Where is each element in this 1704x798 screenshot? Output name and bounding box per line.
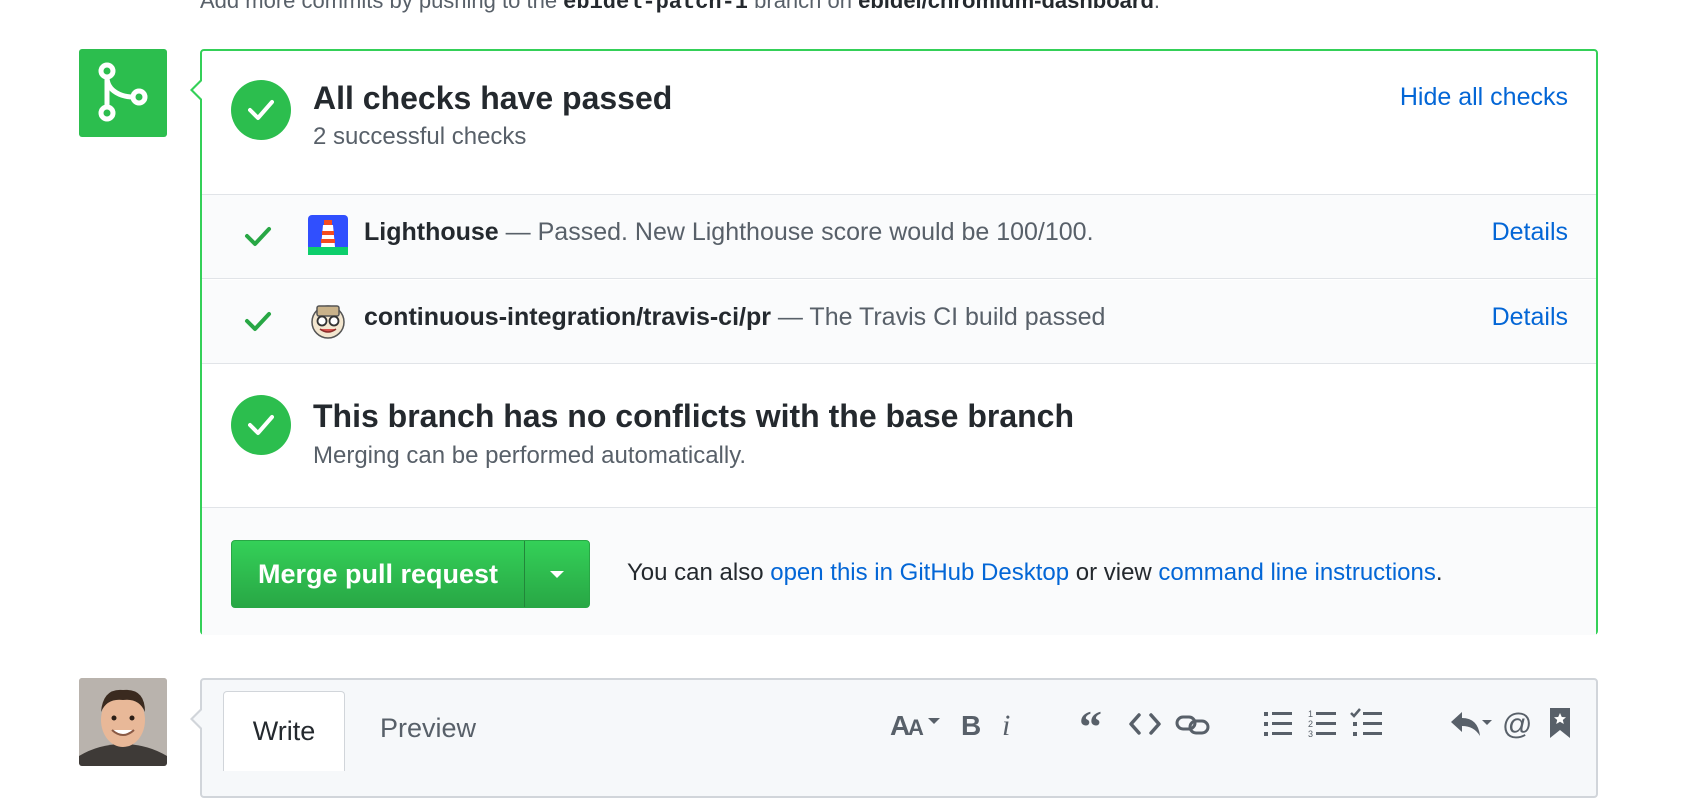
checks-passed-icon [231,80,291,140]
git-merge-icon [98,62,148,122]
push-hint: Add more commits by pushing to the ebide… [200,0,1160,15]
merge-status-box: All checks have passed 2 successful chec… [190,49,1598,635]
bulleted-list-icon[interactable] [1264,704,1294,744]
merge-actions: Merge pull request You can also open thi… [202,508,1596,635]
avatar[interactable] [79,678,167,766]
mention-icon[interactable]: @ [1502,704,1534,744]
reply-icon[interactable] [1448,704,1494,744]
svg-text:2: 2 [1308,719,1313,729]
check-mark-icon [245,227,271,246]
link-icon[interactable] [1174,704,1212,744]
check-description: — Passed. New Lighthouse score would be … [498,218,1094,246]
merge-button-group: Merge pull request [231,540,591,608]
check-context: Lighthouse [364,218,499,246]
caret-down-icon [550,570,565,578]
branch-status-title: This branch has no conflicts with the ba… [313,398,1075,434]
merge-hint-suffix: . [1435,559,1443,586]
merge-hint-prefix: You can also [627,559,771,586]
branch-status-subtitle: Merging can be performed automatically. [313,442,747,469]
check-text: continuous-integration/travis-ci/pr — Th… [364,303,1105,332]
quote-icon[interactable]: “ [1079,704,1111,744]
tab-write[interactable]: Write [223,691,345,771]
push-hint-prefix: Add more commits by pushing to the [200,0,564,13]
branch-name: ebidel-patch-1 [563,0,749,15]
svg-text:“: “ [1079,704,1102,744]
branch-status: This branch has no conflicts with the ba… [202,364,1596,508]
svg-text:@: @ [1502,708,1532,741]
hide-all-checks-link[interactable]: Hide all checks [1400,83,1568,112]
bookmark-icon[interactable] [1548,704,1572,744]
check-description: — The Travis CI build passed [770,303,1106,331]
repo-name: ebidel/chromium-dashboard [858,0,1154,13]
svg-text:1: 1 [1308,709,1313,719]
check-text: Lighthouse — Passed. New Lighthouse scor… [364,218,1094,247]
details-link[interactable]: Details [1492,303,1568,332]
tab-preview[interactable]: Preview [380,713,476,744]
bold-icon[interactable]: B [959,704,983,744]
check-mark-icon [245,312,271,331]
lighthouse-logo-icon [308,215,348,255]
italic-icon[interactable]: i [998,704,1018,744]
task-list-icon[interactable] [1350,704,1384,744]
open-in-desktop-link[interactable]: open this in GitHub Desktop [770,559,1069,586]
checks-summary: All checks have passed 2 successful chec… [202,51,1596,195]
push-hint-middle: branch on [748,0,859,13]
merge-method-dropdown[interactable] [524,541,589,607]
checks-subtitle: 2 successful checks [313,123,527,150]
merge-pull-request-button[interactable]: Merge pull request [232,541,524,607]
text-size-icon[interactable]: AA [890,704,944,744]
no-conflicts-icon [231,395,291,455]
code-icon[interactable] [1128,704,1162,744]
travis-ci-logo-icon [311,305,345,339]
user-avatar-image [79,678,167,766]
svg-text:i: i [1002,709,1010,742]
merge-hint: You can also open this in GitHub Desktop… [627,559,1443,587]
comment-editor: Write Preview AA B i “ 123 @ [190,678,1598,798]
checks-title: All checks have passed [313,80,673,116]
git-merge-badge [79,49,167,137]
command-line-instructions-link[interactable]: command line instructions [1158,559,1435,586]
svg-text:A: A [908,715,924,740]
numbered-list-icon[interactable]: 123 [1308,704,1338,744]
merge-hint-middle: or view [1069,559,1159,586]
check-row-travis: continuous-integration/travis-ci/pr — Th… [202,280,1596,364]
svg-text:3: 3 [1308,729,1313,739]
details-link[interactable]: Details [1492,218,1568,247]
push-hint-suffix: . [1153,0,1161,13]
svg-text:B: B [961,710,981,741]
check-context: continuous-integration/travis-ci/pr [364,303,771,331]
check-row-lighthouse: Lighthouse — Passed. New Lighthouse scor… [202,195,1596,279]
